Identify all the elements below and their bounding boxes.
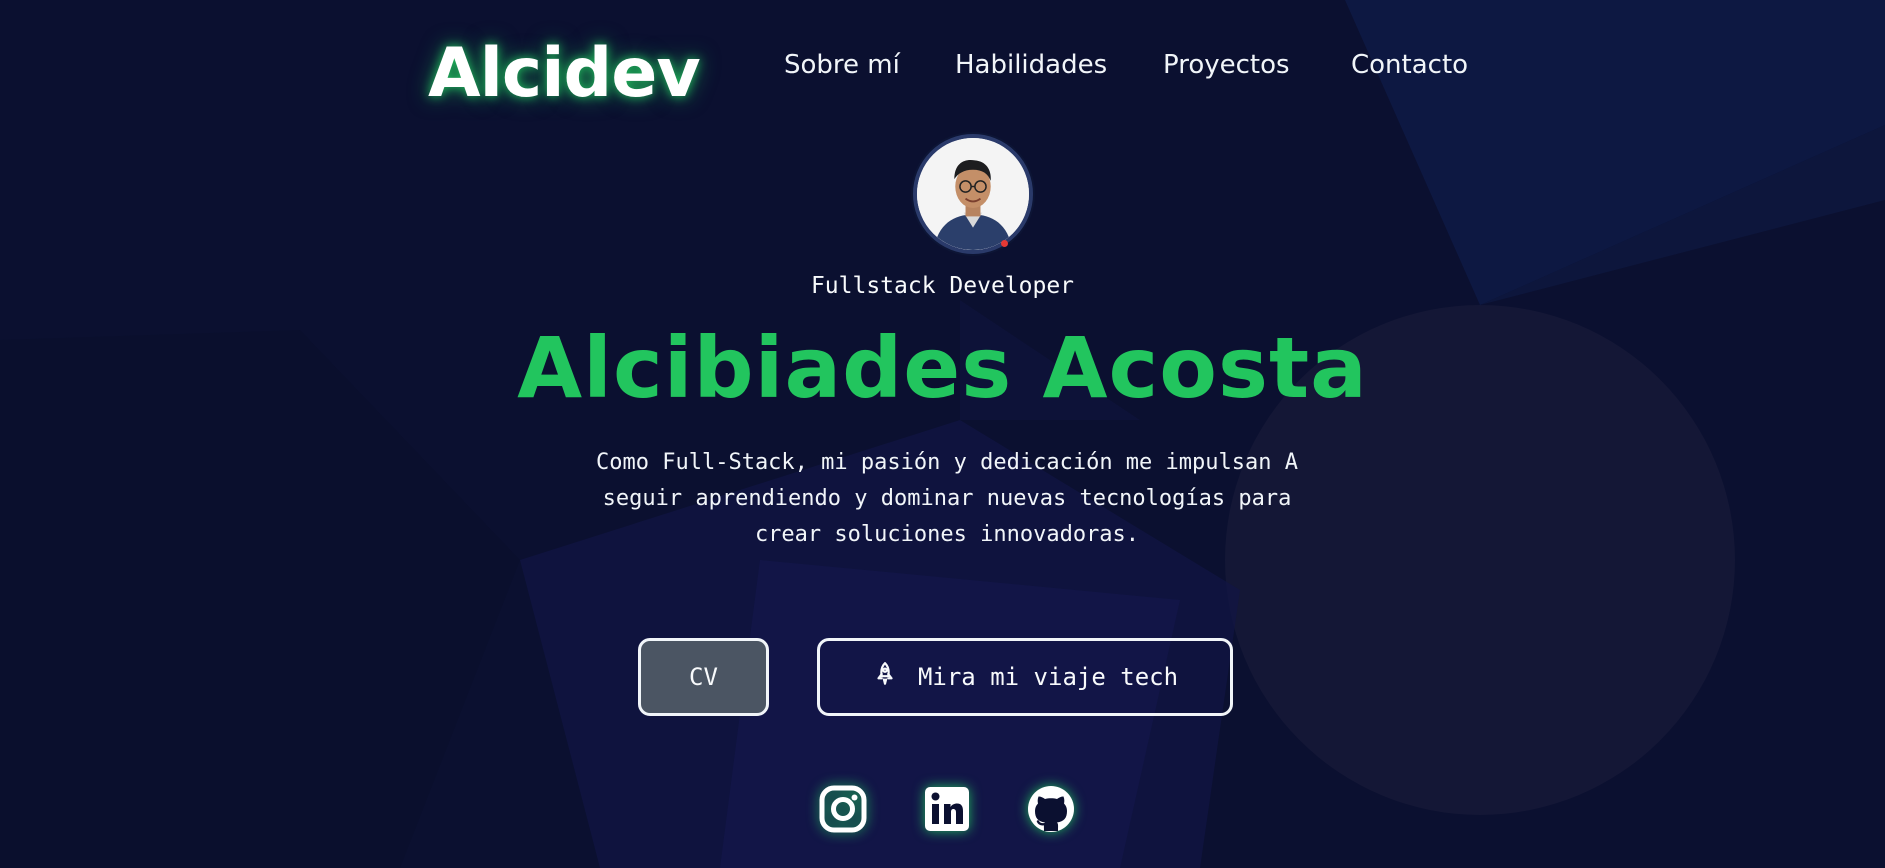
- status-dot: [1001, 240, 1008, 247]
- nav-link-contacto[interactable]: Contacto: [1351, 48, 1468, 82]
- nav-link-sobre-mi[interactable]: Sobre mí: [784, 48, 900, 82]
- nav-link-habilidades[interactable]: Habilidades: [955, 48, 1107, 82]
- cv-button[interactable]: CV: [638, 638, 769, 716]
- github-icon[interactable]: [1026, 784, 1076, 834]
- tech-journey-button[interactable]: Mira mi viaje tech: [817, 638, 1233, 716]
- hero-name: Alcibiades Acosta: [517, 319, 1368, 417]
- site-logo[interactable]: Alcidev: [428, 40, 701, 108]
- instagram-icon[interactable]: [818, 784, 868, 834]
- hero-role: Fullstack Developer: [810, 273, 1075, 299]
- nav-link-proyectos[interactable]: Proyectos: [1163, 48, 1290, 82]
- rocket-icon: [872, 661, 898, 693]
- avatar: [913, 134, 1033, 254]
- linkedin-icon[interactable]: [922, 784, 972, 834]
- cv-button-label: CV: [689, 663, 718, 691]
- hero-description: Como Full-Stack, mi pasión y dedicación …: [596, 450, 1298, 547]
- tech-journey-button-label: Mira mi viaje tech: [917, 663, 1179, 691]
